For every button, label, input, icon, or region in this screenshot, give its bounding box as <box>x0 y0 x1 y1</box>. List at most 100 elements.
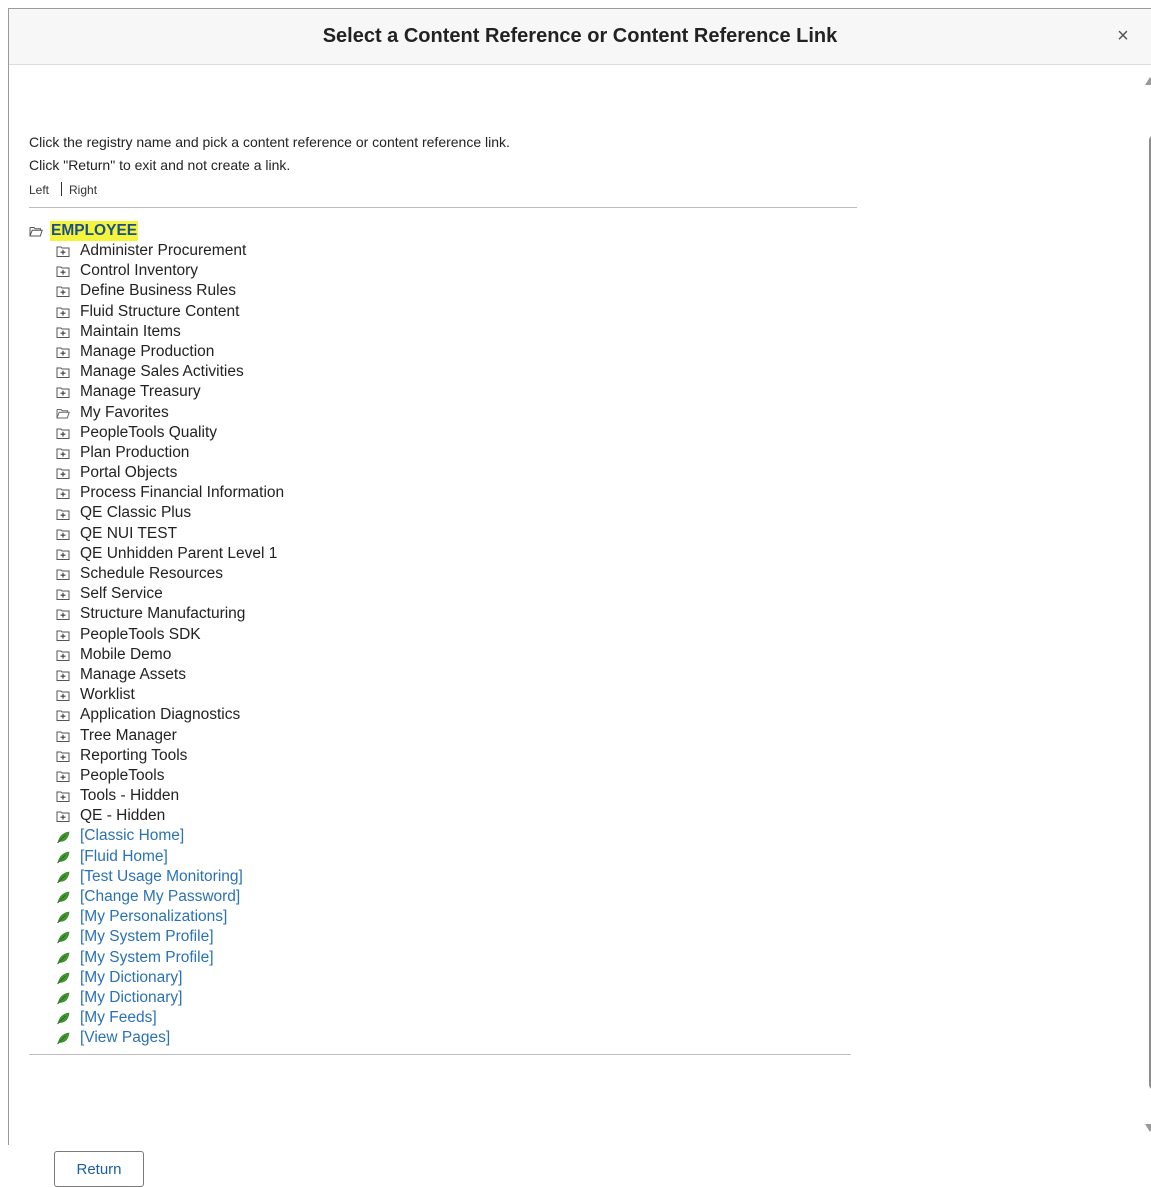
tree-item-label[interactable]: PeopleTools Quality <box>80 423 217 443</box>
tree-folder-item[interactable]: Application Diagnostics <box>56 705 284 725</box>
tree-folder-item[interactable]: PeopleTools <box>56 766 284 786</box>
tree-item-label[interactable]: Structure Manufacturing <box>80 604 245 624</box>
folder-plus-icon <box>56 589 70 601</box>
tree-item-label[interactable]: Fluid Structure Content <box>80 302 239 322</box>
tree-folder-item[interactable]: Tools - Hidden <box>56 786 284 806</box>
tree-folder-item[interactable]: Tree Manager <box>56 726 284 746</box>
tree-folder-item[interactable]: Manage Treasury <box>56 382 284 402</box>
tree-folder-item[interactable]: Process Financial Information <box>56 483 284 503</box>
tree-folder-item[interactable]: Mobile Demo <box>56 645 284 665</box>
folder-plus-icon <box>56 710 70 722</box>
tree-item-label[interactable]: Tools - Hidden <box>80 786 179 806</box>
tree-root-label[interactable]: EMPLOYEE <box>50 221 139 241</box>
tree-item-label[interactable]: My Favorites <box>80 403 169 423</box>
tree-item-label[interactable]: Portal Objects <box>80 463 177 483</box>
tree-item-label[interactable]: Mobile Demo <box>80 645 171 665</box>
tree-root[interactable]: EMPLOYEE <box>29 221 284 241</box>
right-link[interactable]: Right <box>69 183 97 197</box>
tree-item-label[interactable]: [My Feeds] <box>80 1008 157 1028</box>
tree-folder-item[interactable]: Manage Assets <box>56 665 284 685</box>
tree-item-label[interactable]: [Classic Home] <box>80 826 184 846</box>
tree-item-label[interactable]: Reporting Tools <box>80 746 187 766</box>
tree-item-label[interactable]: [My Dictionary] <box>80 988 183 1008</box>
tree-item-label[interactable]: QE Classic Plus <box>80 503 191 523</box>
tree-folder-item[interactable]: Define Business Rules <box>56 281 284 301</box>
top-divider <box>29 207 857 208</box>
leaf-icon <box>57 891 70 904</box>
registry-tree: EMPLOYEE Administer Procurement Control I… <box>29 221 284 1049</box>
dialog-title: Select a Content Reference or Content Re… <box>322 25 838 47</box>
tree-folder-item[interactable]: QE - Hidden <box>56 806 284 826</box>
tree-item-label[interactable]: QE Unhidden Parent Level 1 <box>80 544 277 564</box>
left-right-links: Left Right <box>29 182 97 197</box>
tree-item-label[interactable]: [Test Usage Monitoring] <box>80 867 243 887</box>
tree-link-item[interactable]: [My Dictionary] <box>56 988 284 1008</box>
tree-item-label[interactable]: Manage Sales Activities <box>80 362 244 382</box>
tree-link-item[interactable]: [Fluid Home] <box>56 847 284 867</box>
tree-folder-item[interactable]: QE Unhidden Parent Level 1 <box>56 544 284 564</box>
tree-folder-item[interactable]: PeopleTools Quality <box>56 423 284 443</box>
leaf-icon <box>57 911 70 924</box>
tree-item-label[interactable]: Schedule Resources <box>80 564 223 584</box>
folder-plus-icon <box>56 468 70 480</box>
tree-item-label[interactable]: [My Personalizations] <box>80 907 227 927</box>
tree-item-label[interactable]: Define Business Rules <box>80 281 236 301</box>
tree-item-label[interactable]: Application Diagnostics <box>80 705 240 725</box>
tree-item-label[interactable]: Administer Procurement <box>80 241 246 261</box>
tree-folder-item[interactable]: Manage Sales Activities <box>56 362 284 382</box>
tree-item-label[interactable]: PeopleTools <box>80 766 164 786</box>
tree-folder-item[interactable]: Reporting Tools <box>56 746 284 766</box>
return-button[interactable]: Return <box>54 1151 144 1187</box>
tree-folder-item[interactable]: My Favorites <box>56 403 284 423</box>
tree-item-label[interactable]: [View Pages] <box>80 1028 170 1048</box>
tree-item-label[interactable]: Control Inventory <box>80 261 198 281</box>
tree-folder-item[interactable]: Structure Manufacturing <box>56 604 284 624</box>
tree-item-label[interactable]: QE NUI TEST <box>80 524 177 544</box>
tree-item-label[interactable]: QE - Hidden <box>80 806 165 826</box>
tree-link-item[interactable]: [My Dictionary] <box>56 968 284 988</box>
tree-folder-item[interactable]: Fluid Structure Content <box>56 302 284 322</box>
scroll-down-arrow-icon[interactable] <box>1145 1124 1151 1132</box>
tree-item-label[interactable]: Manage Production <box>80 342 214 362</box>
tree-folder-item[interactable]: Self Service <box>56 584 284 604</box>
tree-link-item[interactable]: [Classic Home] <box>56 826 284 846</box>
tree-folder-item[interactable]: QE Classic Plus <box>56 503 284 523</box>
vertical-scrollbar[interactable] <box>1140 71 1151 1141</box>
tree-item-label[interactable]: [My Dictionary] <box>80 968 183 988</box>
tree-item-label[interactable]: Manage Assets <box>80 665 186 685</box>
tree-link-item[interactable]: [My System Profile] <box>56 948 284 968</box>
tree-item-label[interactable]: [Fluid Home] <box>80 847 168 867</box>
tree-item-label[interactable]: Worklist <box>80 685 135 705</box>
tree-item-label[interactable]: Process Financial Information <box>80 483 284 503</box>
tree-folder-item[interactable]: Maintain Items <box>56 322 284 342</box>
tree-item-label[interactable]: [My System Profile] <box>80 948 214 968</box>
tree-folder-item[interactable]: Worklist <box>56 685 284 705</box>
tree-item-label[interactable]: [My System Profile] <box>80 927 214 947</box>
tree-item-label[interactable]: Self Service <box>80 584 163 604</box>
tree-link-item[interactable]: [Test Usage Monitoring] <box>56 867 284 887</box>
tree-folder-item[interactable]: Manage Production <box>56 342 284 362</box>
tree-item-label[interactable]: Maintain Items <box>80 322 181 342</box>
tree-folder-item[interactable]: Portal Objects <box>56 463 284 483</box>
tree-folder-item[interactable]: Administer Procurement <box>56 241 284 261</box>
tree-item-label[interactable]: Manage Treasury <box>80 382 201 402</box>
tree-folder-item[interactable]: PeopleTools SDK <box>56 625 284 645</box>
tree-folder-item[interactable]: QE NUI TEST <box>56 524 284 544</box>
tree-item-label[interactable]: PeopleTools SDK <box>80 625 201 645</box>
tree-link-item[interactable]: [Change My Password] <box>56 887 284 907</box>
tree-item-label[interactable]: [Change My Password] <box>80 887 240 907</box>
instruction-line-2: Click "Return" to exit and not create a … <box>29 157 291 173</box>
tree-folder-item[interactable]: Schedule Resources <box>56 564 284 584</box>
tree-link-item[interactable]: [My Feeds] <box>56 1008 284 1028</box>
tree-folder-item[interactable]: Plan Production <box>56 443 284 463</box>
leaf-icon <box>57 972 70 985</box>
left-link[interactable]: Left <box>29 183 49 197</box>
tree-folder-item[interactable]: Control Inventory <box>56 261 284 281</box>
tree-link-item[interactable]: [My Personalizations] <box>56 907 284 927</box>
close-button[interactable]: × <box>1112 25 1134 47</box>
tree-item-label[interactable]: Tree Manager <box>80 726 177 746</box>
scroll-up-arrow-icon[interactable] <box>1145 77 1151 85</box>
tree-link-item[interactable]: [View Pages] <box>56 1028 284 1048</box>
tree-item-label[interactable]: Plan Production <box>80 443 189 463</box>
tree-link-item[interactable]: [My System Profile] <box>56 927 284 947</box>
